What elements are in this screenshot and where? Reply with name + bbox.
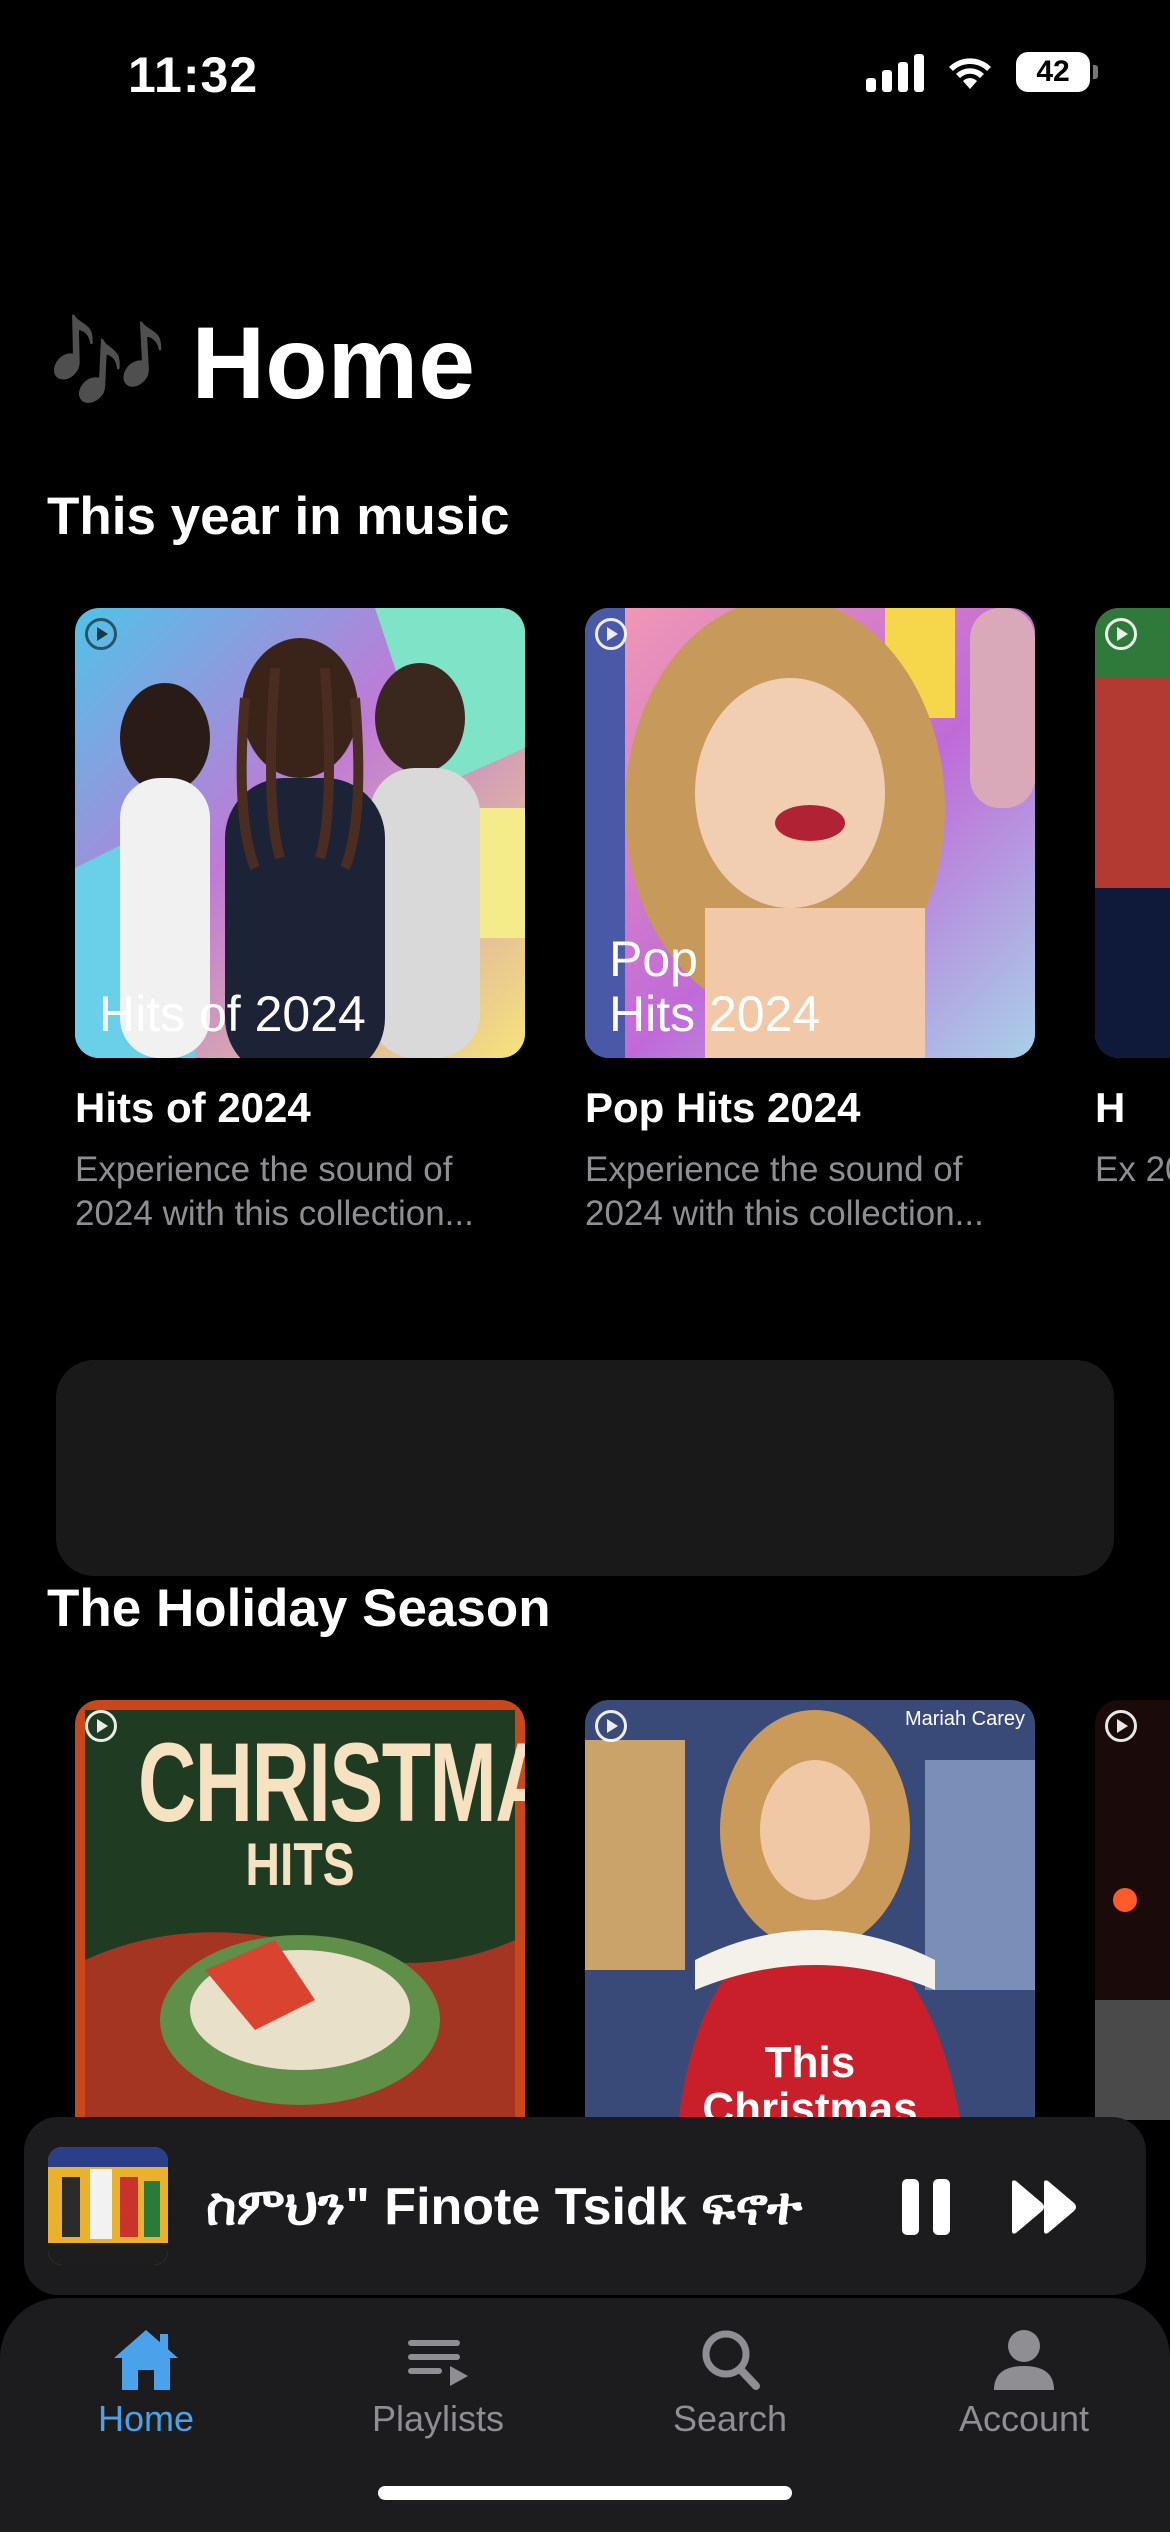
now-playing-artwork[interactable] — [48, 2147, 168, 2265]
holiday-carousel[interactable]: CHRISTMAS HITS Mariah Carey This Christm… — [0, 1700, 1170, 2120]
playlist-cover-partial[interactable] — [1095, 608, 1170, 1058]
section-title-holiday: The Holiday Season — [47, 1579, 551, 1638]
playlist-cover-christmas-hits[interactable]: CHRISTMAS HITS — [75, 1700, 525, 2120]
fast-forward-button[interactable] — [1008, 2179, 1080, 2235]
home-indicator — [378, 2486, 792, 2500]
cover-title: CHRISTMAS HITS — [138, 1720, 525, 1899]
tab-search[interactable]: Search — [620, 2326, 840, 2440]
tab-playlists[interactable]: Playlists — [328, 2326, 548, 2440]
tab-label: Account — [958, 2398, 1090, 2439]
cover-label: Hits of 2024 — [99, 986, 366, 1042]
music-notes-icon: 🎶 — [48, 309, 168, 417]
mini-player[interactable]: ስምህን" Finote Tsidk ፍኖተ — [24, 2117, 1146, 2295]
play-badge-icon — [85, 618, 117, 650]
card-title: H — [1095, 1084, 1126, 1131]
section-title-this-year: This year in music — [47, 487, 510, 546]
card-description: Experience the sound of 2024 with this c… — [585, 1150, 984, 1233]
playlist-cover-partial[interactable] — [1095, 1700, 1170, 2120]
cover-title: This Christmas — [702, 2038, 918, 2120]
playlist-cover-this-christmas[interactable]: Mariah Carey This Christmas — [585, 1700, 1035, 2120]
play-badge-icon — [595, 1710, 627, 1742]
person-icon — [994, 2330, 1054, 2390]
tab-home[interactable]: Home — [36, 2326, 256, 2440]
this-year-carousel[interactable]: Hits of 2024 Hits of 2024 Experience the… — [0, 608, 1170, 1248]
tab-account[interactable]: Account — [914, 2326, 1134, 2440]
status-icons: 42 — [866, 52, 1098, 92]
house-icon — [114, 2330, 178, 2390]
card-description: Ex 20 — [1095, 1150, 1170, 1189]
play-badge-icon — [595, 618, 627, 650]
playlist-icon — [408, 2340, 468, 2386]
card-title: Hits of 2024 — [75, 1084, 311, 1131]
cover-artist: Mariah Carey — [904, 1708, 1025, 1730]
pause-icon-bar — [902, 2179, 919, 2235]
cellular-signal-icon — [866, 52, 924, 92]
tab-label: Search — [672, 2398, 788, 2439]
cover-label: Pop Hits 2024 — [609, 931, 821, 1042]
tab-label: Home — [97, 2398, 195, 2439]
play-badge-icon — [1105, 1710, 1137, 1742]
promo-banner[interactable] — [56, 1360, 1114, 1576]
now-playing-title: ስምህን" Finote Tsidk ፍኖተ — [206, 2178, 803, 2236]
card-description: Experience the sound of 2024 with this c… — [75, 1150, 474, 1233]
battery-icon: 42 — [1016, 52, 1098, 92]
playlist-cover-pop-hits-2024[interactable]: Pop Hits 2024 — [585, 608, 1035, 1058]
playlist-cover-hits-of-2024[interactable]: Hits of 2024 — [75, 608, 525, 1058]
pause-button[interactable] — [902, 2179, 950, 2235]
tab-label: Playlists — [371, 2398, 505, 2439]
pause-icon-bar — [933, 2179, 950, 2235]
card-title: Pop Hits 2024 — [585, 1084, 861, 1131]
play-badge-icon — [1105, 618, 1137, 650]
page-title-text: Home — [191, 306, 475, 420]
page-title: 🎶 Home — [48, 305, 475, 422]
status-time: 11:32 — [128, 47, 259, 103]
wifi-icon — [949, 58, 991, 89]
magnifier-icon — [702, 2330, 760, 2390]
